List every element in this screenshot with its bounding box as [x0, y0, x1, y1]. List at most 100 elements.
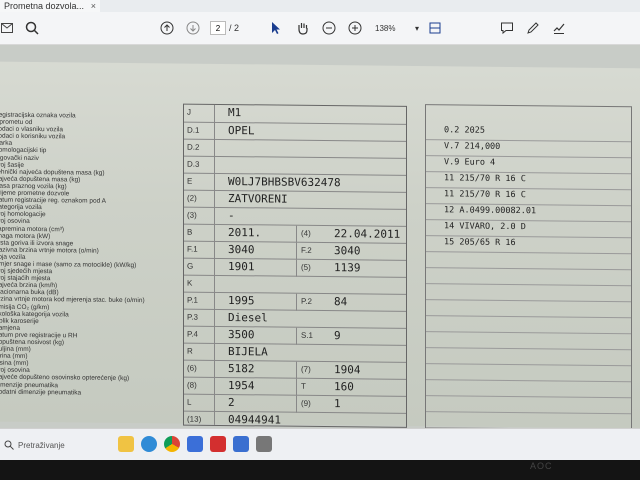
- vehicle-data-table: J M1 D.1 OPEL D.2 D.3 E W0LJ7BHBSBV632478 (2) ZAT…: [183, 103, 407, 428]
- folder-icon[interactable]: [118, 436, 134, 452]
- field-value: 3040: [228, 243, 255, 257]
- sign-icon[interactable]: [550, 18, 568, 38]
- taskbar-search[interactable]: Pretraživanje: [2, 435, 112, 455]
- tab-title: Prometna dozvola...: [4, 1, 85, 11]
- field-value: -: [228, 209, 235, 223]
- pen-icon[interactable]: [524, 18, 542, 38]
- document-viewer[interactable]: Registracijska oznaka vozilaI. prometu o…: [0, 45, 640, 428]
- field-code: (6): [187, 363, 197, 373]
- field-label: Dodatni dimenzije pneumatika: [0, 388, 82, 397]
- field-code: T: [301, 381, 306, 391]
- column-divider: [214, 104, 215, 425]
- field-value: 5182: [228, 362, 255, 376]
- field-code: L: [187, 397, 192, 407]
- field-code: P.3: [187, 312, 198, 322]
- cell-divider: [296, 259, 297, 277]
- additional-entry: 12 A.0499.00082.01: [444, 205, 537, 217]
- additional-entry: V.9 Euro 4: [444, 157, 496, 168]
- cell-divider: [296, 378, 297, 396]
- hand-icon[interactable]: [294, 18, 312, 38]
- field-value: 160: [334, 380, 354, 394]
- tab-bar: Prometna dozvola... ×: [0, 0, 640, 12]
- close-icon[interactable]: ×: [91, 0, 96, 12]
- cursor-icon[interactable]: [268, 18, 284, 38]
- field-code: (3): [187, 210, 197, 220]
- fit-icon[interactable]: [426, 18, 444, 38]
- field-value: 1139: [334, 261, 361, 275]
- field-value: Diesel: [228, 311, 268, 325]
- zoom-in-icon[interactable]: [346, 18, 364, 38]
- field-code: D.3: [187, 159, 200, 169]
- field-value: 2011.: [228, 226, 262, 240]
- additional-entry: 14 VIVARO, 2.0 D: [444, 221, 526, 233]
- page-number-input[interactable]: [210, 21, 226, 35]
- prev-page-icon[interactable]: [158, 18, 176, 38]
- field-value: 3040: [334, 244, 361, 258]
- field-code: K: [187, 278, 193, 288]
- cell-divider: [296, 242, 297, 260]
- additional-entry: 11 215/70 R 16 C: [444, 173, 526, 185]
- field-code: R: [187, 346, 193, 356]
- field-code: D.2: [187, 142, 200, 152]
- field-value: 04944941: [228, 413, 281, 427]
- document-tab[interactable]: Prometna dozvola... ×: [0, 0, 100, 12]
- field-value: W0LJ7BHBSBV632478: [228, 175, 341, 190]
- edge-icon[interactable]: [141, 436, 157, 452]
- ruled-line: [426, 411, 631, 428]
- pdf-reader-icon[interactable]: [210, 436, 226, 452]
- page-indicator: / 2: [210, 20, 256, 36]
- data-row: (13) 04944941: [184, 410, 406, 428]
- field-code: P.2: [301, 296, 312, 306]
- app-icon-2[interactable]: [256, 436, 272, 452]
- additional-data-box: 0.2 2025 V.7 214,000 V.9 Euro 4 11 215/70 R…: [425, 104, 632, 428]
- field-code: P.4: [187, 329, 198, 339]
- field-value: BIJELA: [228, 345, 268, 359]
- field-code: (2): [187, 193, 197, 203]
- registration-document-photo: Registracijska oznaka vozilaI. prometu o…: [0, 61, 640, 428]
- field-code: F.1: [187, 244, 198, 254]
- field-code: S.1: [301, 330, 314, 340]
- mail-icon[interactable]: [0, 18, 14, 38]
- field-code: (4): [301, 228, 311, 238]
- field-value: 9: [334, 329, 341, 343]
- field-code: B: [187, 227, 193, 237]
- field-value: OPEL: [228, 124, 255, 138]
- search-icon[interactable]: [22, 18, 42, 38]
- field-value: 1954: [228, 379, 255, 393]
- page-total: / 2: [229, 23, 240, 33]
- cell-divider: [296, 225, 297, 243]
- additional-entry: V.7 214,000: [444, 141, 501, 152]
- monitor-brand: AOC: [530, 461, 553, 471]
- field-code: (8): [187, 380, 197, 390]
- field-value: 1901: [228, 260, 255, 274]
- cell-divider: [296, 293, 297, 311]
- additional-entry: 15 205/65 R 16: [444, 237, 516, 249]
- field-code: G: [187, 261, 194, 271]
- field-code: E: [187, 176, 193, 186]
- cell-divider: [296, 395, 297, 413]
- app-icon[interactable]: [187, 436, 203, 452]
- search-placeholder: Pretraživanje: [18, 440, 65, 450]
- chrome-icon[interactable]: [164, 436, 180, 452]
- additional-entry: 11 215/70 R 16 C: [444, 189, 526, 201]
- field-value: 3500: [228, 328, 255, 342]
- zoom-select[interactable]: 138% ▾: [375, 20, 419, 36]
- field-code: (5): [301, 262, 311, 272]
- next-page-icon[interactable]: [184, 18, 202, 38]
- cell-divider: [296, 361, 297, 379]
- search-icon: [4, 440, 14, 450]
- field-labels-column: Registracijska oznaka vozilaI. prometu o…: [0, 112, 174, 398]
- field-value: ZATVORENI: [228, 192, 288, 206]
- chevron-down-icon: ▾: [414, 23, 419, 33]
- field-value: 1995: [228, 294, 255, 308]
- field-value: 1904: [334, 363, 361, 377]
- zoom-value: 138%: [375, 23, 396, 33]
- field-value: 22.04.2011: [334, 227, 401, 241]
- additional-entry: 0.2 2025: [444, 125, 485, 136]
- field-code: D.1: [187, 125, 200, 135]
- comment-icon[interactable]: [498, 18, 516, 38]
- pdf-toolbar: / 2 138% ▾: [0, 12, 640, 45]
- word-icon[interactable]: [233, 436, 249, 452]
- field-code: F.2: [301, 245, 312, 255]
- zoom-out-icon[interactable]: [320, 18, 338, 38]
